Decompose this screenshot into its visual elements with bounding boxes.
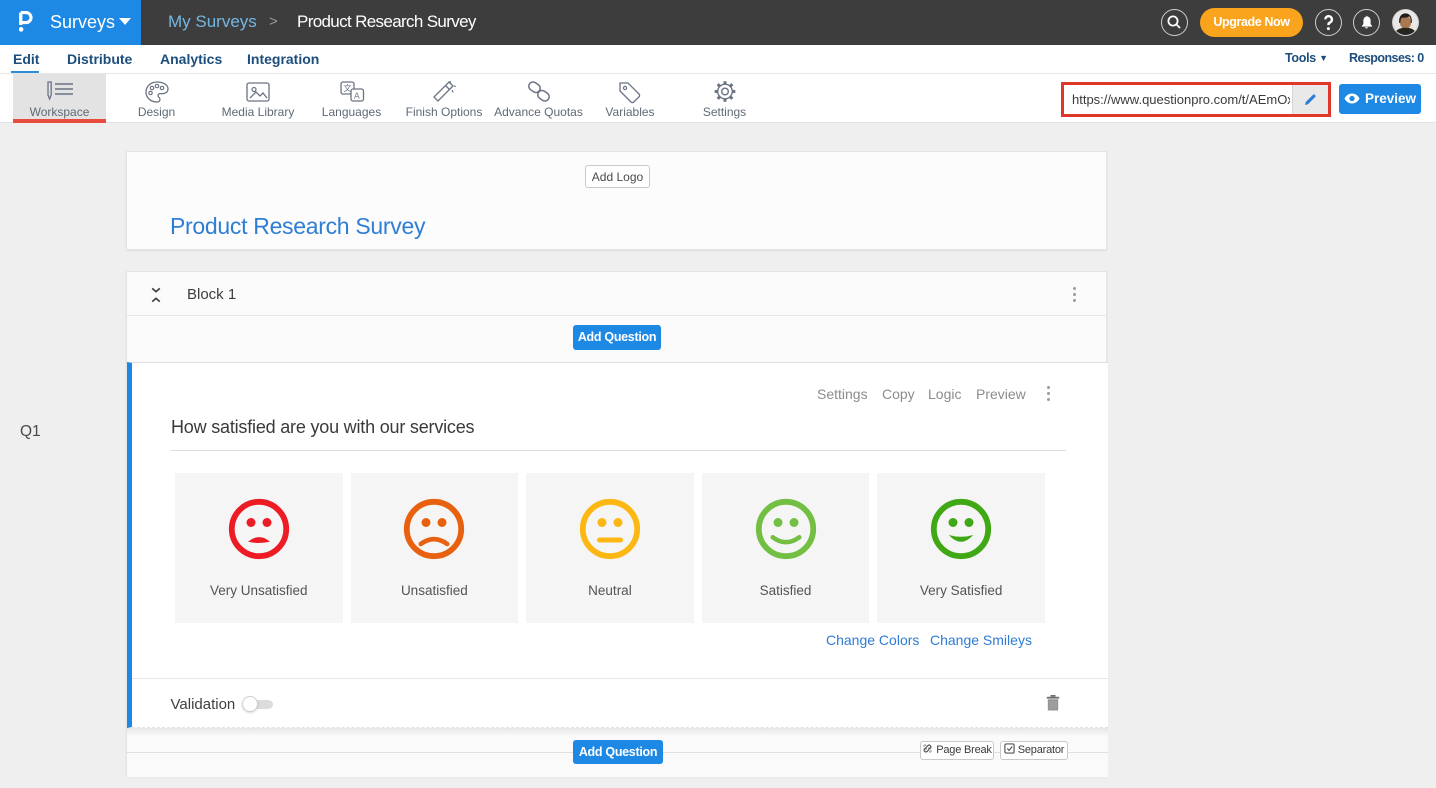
svg-text:A: A: [354, 91, 360, 101]
svg-text:文: 文: [343, 83, 351, 93]
